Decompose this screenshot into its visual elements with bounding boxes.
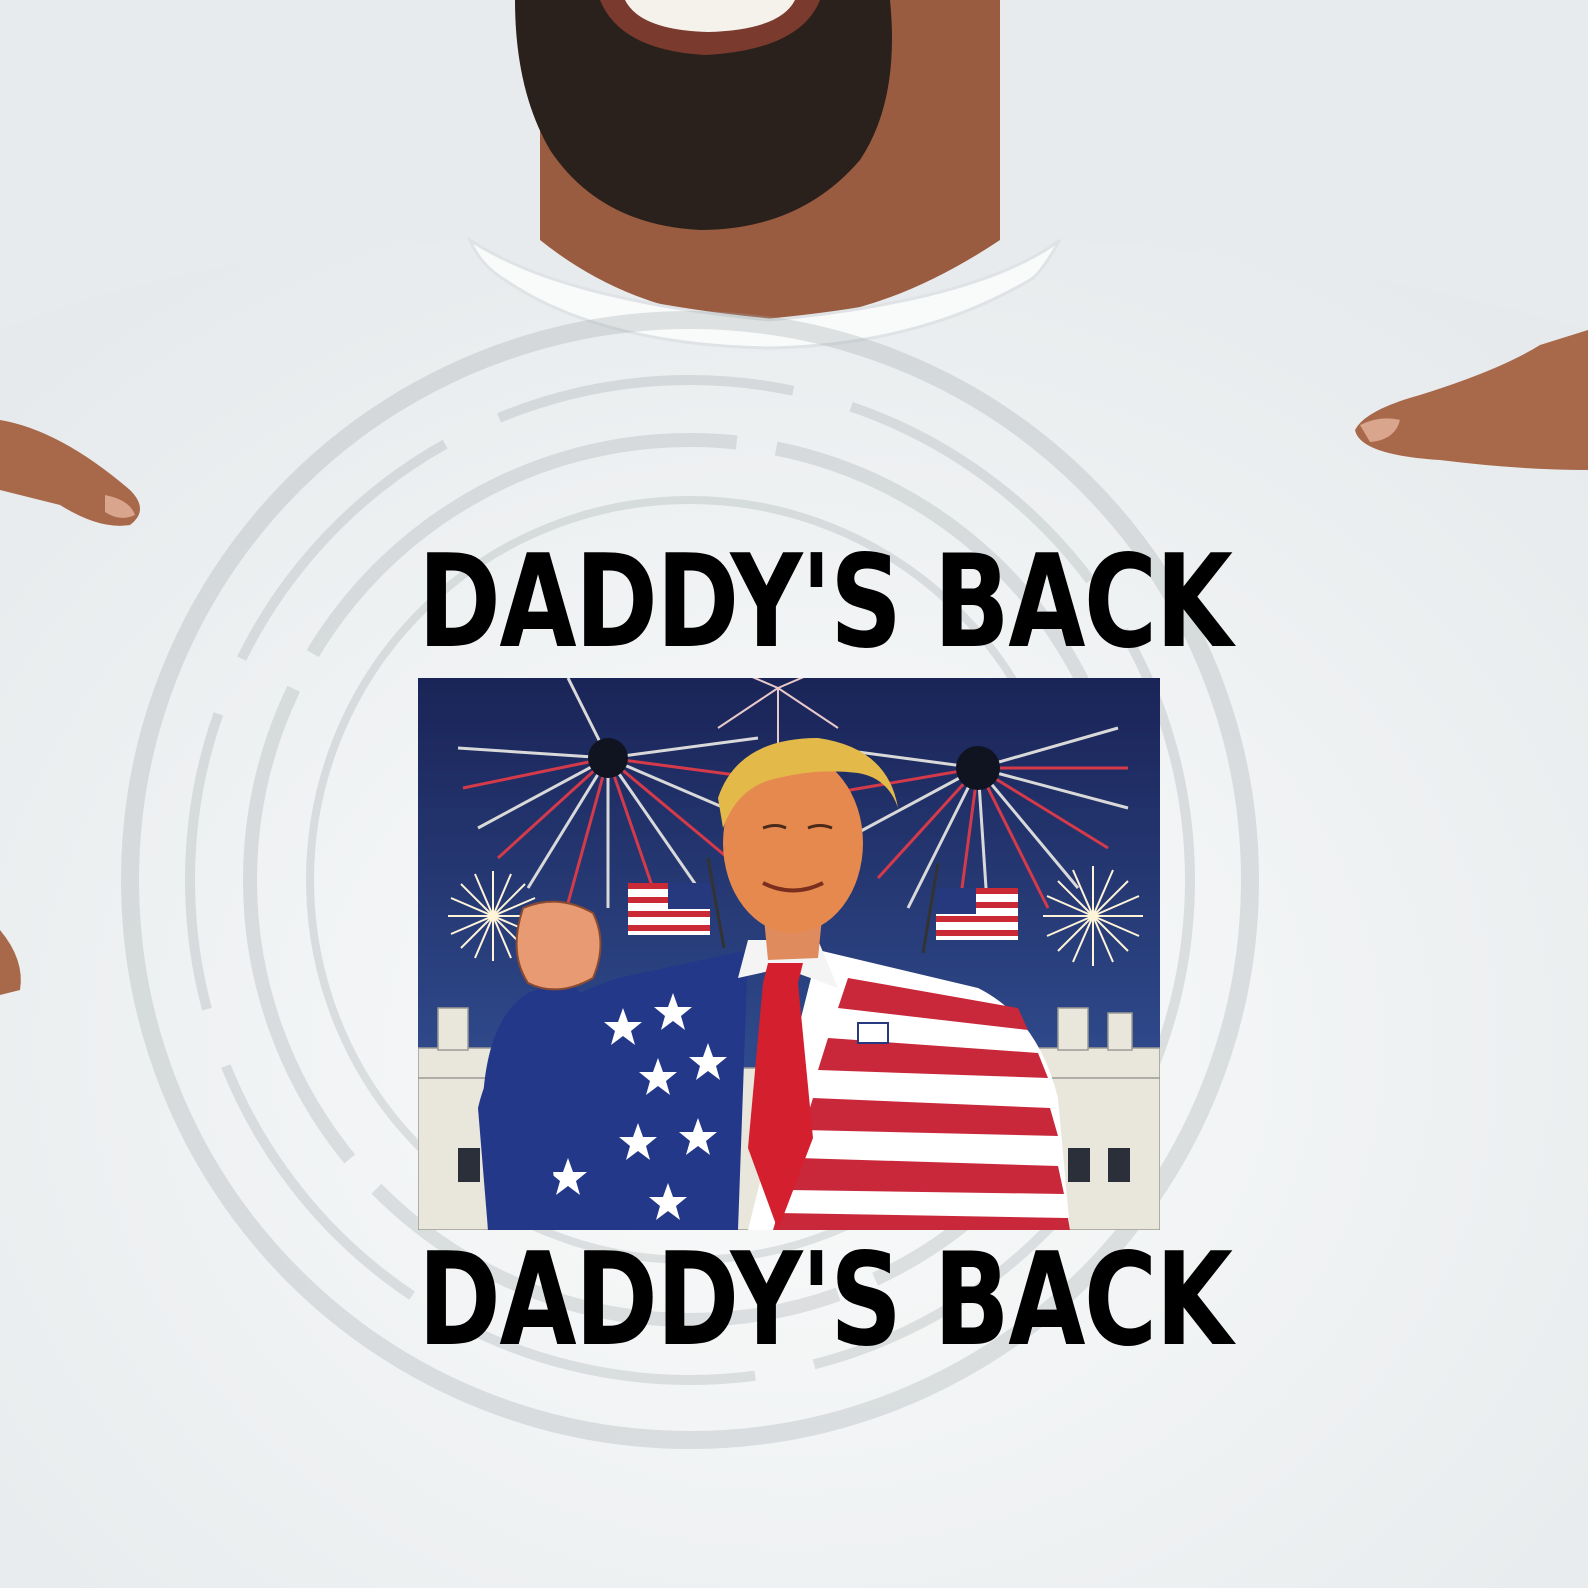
- flag-pin: [857, 1022, 889, 1044]
- headline-bottom: DADDY'S BACK: [418, 1226, 1233, 1375]
- firework-small-right: [1043, 866, 1143, 966]
- raised-fist: [515, 900, 602, 991]
- print-artwork: [418, 678, 1160, 1230]
- headline-top: DADDY'S BACK: [418, 528, 1233, 677]
